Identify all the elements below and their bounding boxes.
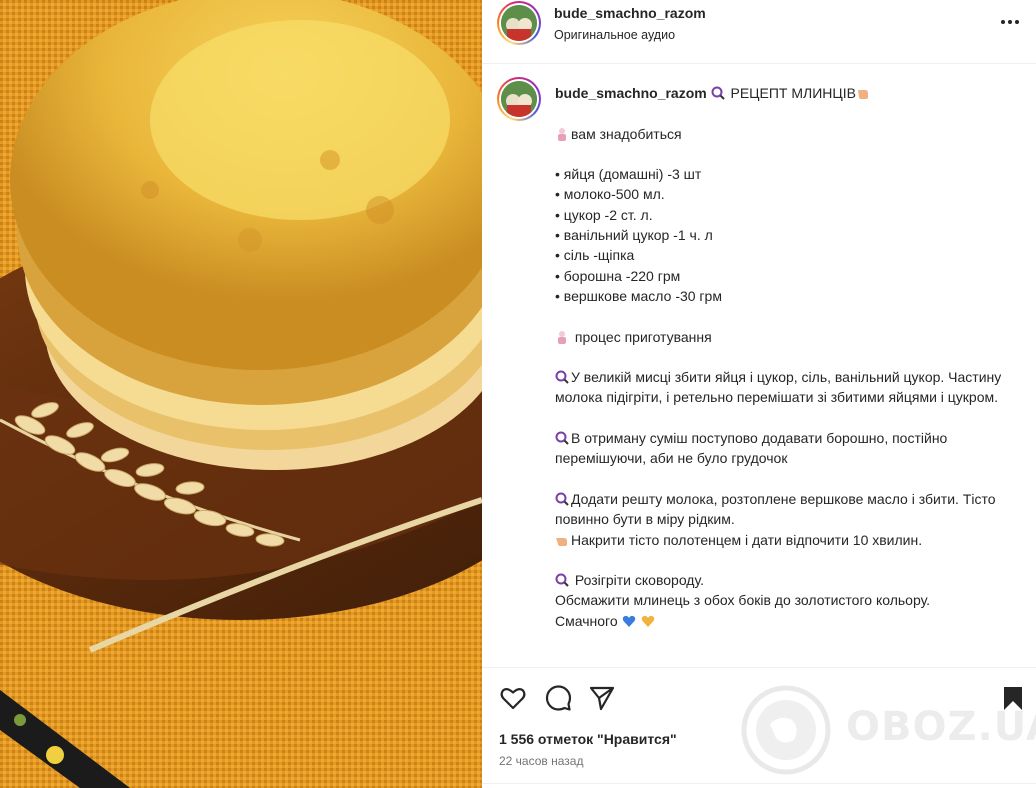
magnifier-icon — [711, 86, 725, 100]
magnifier-icon — [555, 492, 569, 506]
comment-icon[interactable] — [544, 684, 572, 712]
post-photo — [0, 0, 482, 788]
avatar-image — [501, 81, 537, 117]
heart-icon[interactable] — [499, 684, 527, 712]
pancakes-image — [0, 0, 482, 788]
avatar-picture — [501, 5, 537, 41]
post-header: bude_smachno_razom Оригинальное аудио — [482, 0, 1036, 64]
ingredient-2: • молоко-500 мл. — [555, 186, 665, 203]
step-2: В отриману суміш поступово додавати боро… — [555, 430, 952, 467]
caption-need: вам знадобиться — [571, 125, 682, 142]
step-6: Обсмажити млинець з обох боків до золоти… — [555, 592, 931, 609]
yellow-heart-icon — [642, 615, 655, 627]
blue-heart-icon — [622, 615, 635, 627]
magnifier-icon — [555, 370, 569, 384]
caption-username[interactable]: bude_smachno_razom — [555, 85, 707, 101]
header-username[interactable]: bude_smachno_razom — [554, 5, 706, 21]
ingredient-6: • борошна -220 грм — [555, 267, 681, 284]
avatar[interactable] — [497, 77, 541, 121]
step-3: Додати решту молока, розтоплене вершкове… — [555, 490, 1000, 528]
ingredient-7: • вершкове масло -30 грм — [555, 287, 722, 304]
avatar-image — [501, 5, 537, 41]
more-icon[interactable] — [998, 10, 1022, 34]
avatar-picture — [501, 81, 537, 117]
likes-count[interactable]: 1 556 отметок "Нравится" — [499, 731, 677, 747]
avatar[interactable] — [497, 1, 541, 45]
caption-area: bude_smachno_razom РЕЦЕПТ МЛИНЦІВ вам зн… — [482, 65, 1036, 667]
caption-title: РЕЦЕПТ МЛИНЦІВ — [730, 85, 856, 101]
ingredient-4: • ванільний цукор -1 ч. л — [555, 227, 713, 244]
post-time[interactable]: 22 часов назад — [499, 754, 583, 768]
cook-icon — [558, 127, 566, 141]
audio-label[interactable]: Оригинальное аудио — [554, 28, 675, 42]
ingredient-1: • яйця (домашні) -3 шт — [555, 166, 702, 183]
magnifier-icon — [555, 573, 569, 587]
pointing-hand-icon — [857, 90, 868, 99]
watermark: OBOZ.UA — [740, 684, 1036, 776]
post-actions: OBOZ.UA 1 556 отметок "Нравится" 22 часо… — [482, 667, 1036, 788]
step-4: Накрити тісто полотенцем і дати відпочит… — [571, 531, 923, 548]
share-icon[interactable] — [588, 684, 616, 712]
globe-icon — [741, 685, 831, 775]
caption-process: процес приготування — [574, 328, 712, 345]
cook-icon — [558, 330, 566, 344]
closing-text: Смачного — [555, 612, 618, 629]
caption-text: bude_smachno_razom РЕЦЕПТ МЛИНЦІВ вам зн… — [555, 83, 1025, 631]
pointing-hand-icon — [556, 537, 567, 546]
ingredient-5: • сіль -щіпка — [555, 247, 635, 264]
divider — [482, 783, 1036, 784]
post-panel: bude_smachno_razom Оригинальное аудио bu… — [482, 0, 1036, 788]
magnifier-icon — [555, 431, 569, 445]
ingredient-3: • цукор -2 ст. л. — [555, 206, 653, 223]
step-1: У великій мисці збити яйця і цукор, сіль… — [555, 369, 1006, 406]
watermark-text: OBOZ.UA — [846, 704, 1036, 750]
step-5: Розігріти сковороду. — [571, 572, 704, 589]
